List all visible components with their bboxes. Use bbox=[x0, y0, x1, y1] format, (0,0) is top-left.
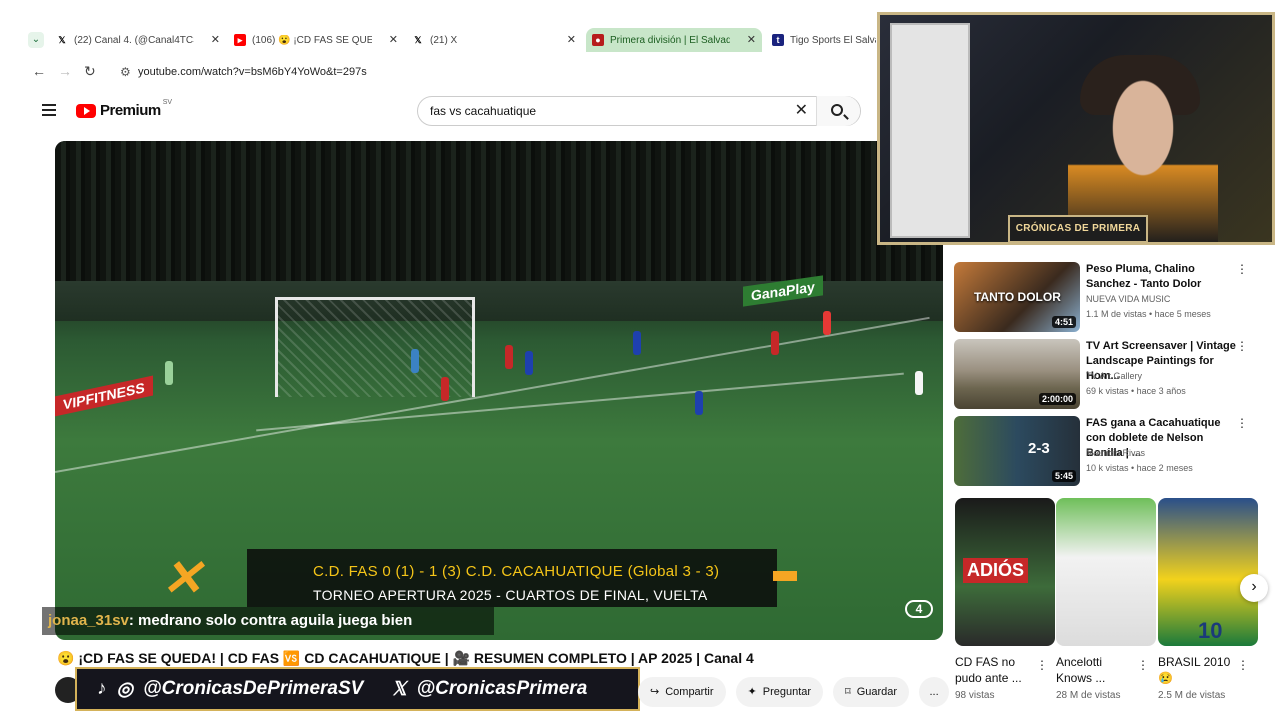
video-thumbnail[interactable]: 2:00:00 bbox=[954, 339, 1080, 409]
close-tab-icon[interactable]: ✕ bbox=[389, 33, 398, 46]
webcam-label: CRÓNICAS DE PRIMERA bbox=[1008, 215, 1148, 242]
player-figure bbox=[633, 331, 641, 355]
video-thumbnail[interactable]: 2-3 5:45 bbox=[954, 416, 1080, 486]
tab-strip: ⌄ 𝕏 (22) Canal 4. (@Canal4TCS) / X ✕ ▸ (… bbox=[22, 26, 882, 54]
youtube-icon: ▸ bbox=[234, 34, 246, 46]
tiktok-icon: ♪ bbox=[97, 678, 107, 699]
reload-icon[interactable]: ↻ bbox=[84, 63, 96, 80]
short-thumbnail[interactable]: ADIÓS bbox=[955, 498, 1055, 646]
tab-canal4[interactable]: 𝕏 (22) Canal 4. (@Canal4TCS) / X ✕ bbox=[50, 28, 226, 52]
player-figure bbox=[165, 361, 173, 385]
video-thumbnail[interactable]: TANTO DOLOR 4:51 bbox=[954, 262, 1080, 332]
clear-search-icon[interactable]: ✕ bbox=[795, 97, 808, 125]
tournament-text: TORNEO APERTURA 2025 - CUARTOS DE FINAL,… bbox=[313, 587, 708, 603]
stadium-crowd bbox=[55, 141, 943, 291]
tab-primera-division[interactable]: ● Primera división | El Salvador | F ✕ bbox=[586, 28, 762, 52]
video-actions: ↪ Compartir ✦ Preguntar ⌑ Guardar ... bbox=[638, 677, 950, 707]
recommendation-item[interactable]: TANTO DOLOR 4:51 Peso Pluma, Chalino San… bbox=[954, 262, 1248, 334]
player-figure bbox=[505, 345, 513, 369]
x-logo-icon: 𝕏 bbox=[58, 35, 66, 45]
short-thumbnail[interactable] bbox=[1056, 498, 1156, 646]
player-figure bbox=[411, 349, 419, 373]
forward-arrow-icon[interactable]: → bbox=[58, 63, 72, 79]
search-input[interactable]: fas vs cacahuatique ✕ bbox=[417, 96, 861, 126]
tigo-icon: t bbox=[772, 34, 784, 46]
pitch-line bbox=[55, 316, 930, 473]
more-options-icon[interactable]: ⋮ bbox=[1236, 416, 1248, 430]
youtube-header: Premium SV fas vs cacahuatique ✕ bbox=[22, 92, 882, 132]
tab-tigo-sports[interactable]: t Tigo Sports El Salvador bbox=[766, 28, 882, 52]
url-field[interactable]: ⚙ youtube.com/watch?v=bsM6bY4YoWo&t=297s bbox=[118, 60, 858, 84]
more-actions-button[interactable]: ... bbox=[919, 677, 950, 707]
scoreboard-overlay: C.D. FAS 0 (1) - 1 (3) C.D. CACAHUATIQUE… bbox=[247, 549, 777, 607]
x-logo-icon: 𝕏 bbox=[391, 678, 407, 700]
channel-4-bug: 4 bbox=[905, 600, 933, 618]
address-bar-row: ← → ↻ ⚙ youtube.com/watch?v=bsM6bY4YoWo&… bbox=[22, 58, 882, 86]
player-figure bbox=[823, 311, 831, 335]
social-handles-overlay: ♪ ◎ @CronicasDePrimeraSV 𝕏 @CronicasPrim… bbox=[75, 667, 640, 711]
search-icon bbox=[831, 104, 843, 116]
more-options-icon[interactable]: ⋮ bbox=[1236, 339, 1248, 353]
recommendation-item[interactable]: 2:00:00 TV Art Screensaver | Vintage Lan… bbox=[954, 339, 1248, 411]
site-icon: ● bbox=[592, 34, 604, 46]
recommendation-item[interactable]: 2-3 5:45 FAS gana a Cacahuatique con dob… bbox=[954, 416, 1248, 488]
share-icon: ↪ bbox=[650, 686, 660, 698]
more-options-icon[interactable]: ⋮ bbox=[1237, 658, 1280, 672]
player-figure bbox=[441, 377, 449, 401]
instagram-icon: ◎ bbox=[116, 678, 134, 700]
youtube-play-icon bbox=[76, 103, 96, 118]
save-button[interactable]: ⌑ Guardar bbox=[833, 677, 910, 707]
player-figure bbox=[771, 331, 779, 355]
video-title: 😮 ¡CD FAS SE QUEDA! | CD FAS 🆚 CD CACAHU… bbox=[57, 650, 754, 666]
accent-bar bbox=[773, 571, 797, 581]
player-figure bbox=[525, 351, 533, 375]
youtube-logo[interactable]: Premium SV bbox=[76, 99, 172, 119]
hamburger-menu-icon[interactable] bbox=[42, 104, 56, 119]
short-thumbnail[interactable]: 10 bbox=[1158, 498, 1258, 646]
player-figure bbox=[915, 371, 923, 395]
ad-banner-left: VIPFITNESS bbox=[55, 375, 153, 417]
door bbox=[890, 23, 970, 238]
stream-chat-message: jonaa_31sv: medrano solo contra aguila j… bbox=[42, 607, 494, 635]
back-arrow-icon[interactable]: ← bbox=[32, 63, 46, 79]
player-figure bbox=[695, 391, 703, 415]
search-button[interactable] bbox=[816, 96, 860, 126]
sparkle-icon: ✦ bbox=[747, 686, 757, 698]
chevron-right-icon[interactable]: › bbox=[1240, 574, 1268, 602]
video-player[interactable]: VIPFITNESS GanaPlay ✕ C.D. FAS 0 (1) - 1… bbox=[55, 141, 943, 640]
close-tab-icon[interactable]: ✕ bbox=[747, 33, 756, 46]
x-logo-icon: 𝕏 bbox=[414, 35, 422, 45]
bookmark-icon: ⌑ bbox=[845, 686, 851, 698]
more-options-icon[interactable]: ⋮ bbox=[1236, 262, 1248, 276]
ask-button[interactable]: ✦ Preguntar bbox=[735, 677, 824, 707]
share-button[interactable]: ↪ Compartir bbox=[638, 677, 726, 707]
x-brand-logo: ✕ bbox=[161, 550, 203, 606]
close-tab-icon[interactable]: ✕ bbox=[211, 33, 220, 46]
close-tab-icon[interactable]: ✕ bbox=[567, 33, 576, 46]
tab-youtube[interactable]: ▸ (106) 😮 ¡CD FAS SE QUEDA! | C ✕ bbox=[228, 28, 404, 52]
site-settings-icon[interactable]: ⚙ bbox=[120, 60, 131, 84]
tab-x[interactable]: 𝕏 (21) X ✕ bbox=[406, 28, 582, 52]
tab-search-dropdown-icon[interactable]: ⌄ bbox=[28, 32, 44, 48]
streamer-webcam: CRÓNICAS DE PRIMERA bbox=[877, 12, 1275, 245]
scoreline-text: C.D. FAS 0 (1) - 1 (3) C.D. CACAHUATIQUE… bbox=[313, 563, 720, 580]
